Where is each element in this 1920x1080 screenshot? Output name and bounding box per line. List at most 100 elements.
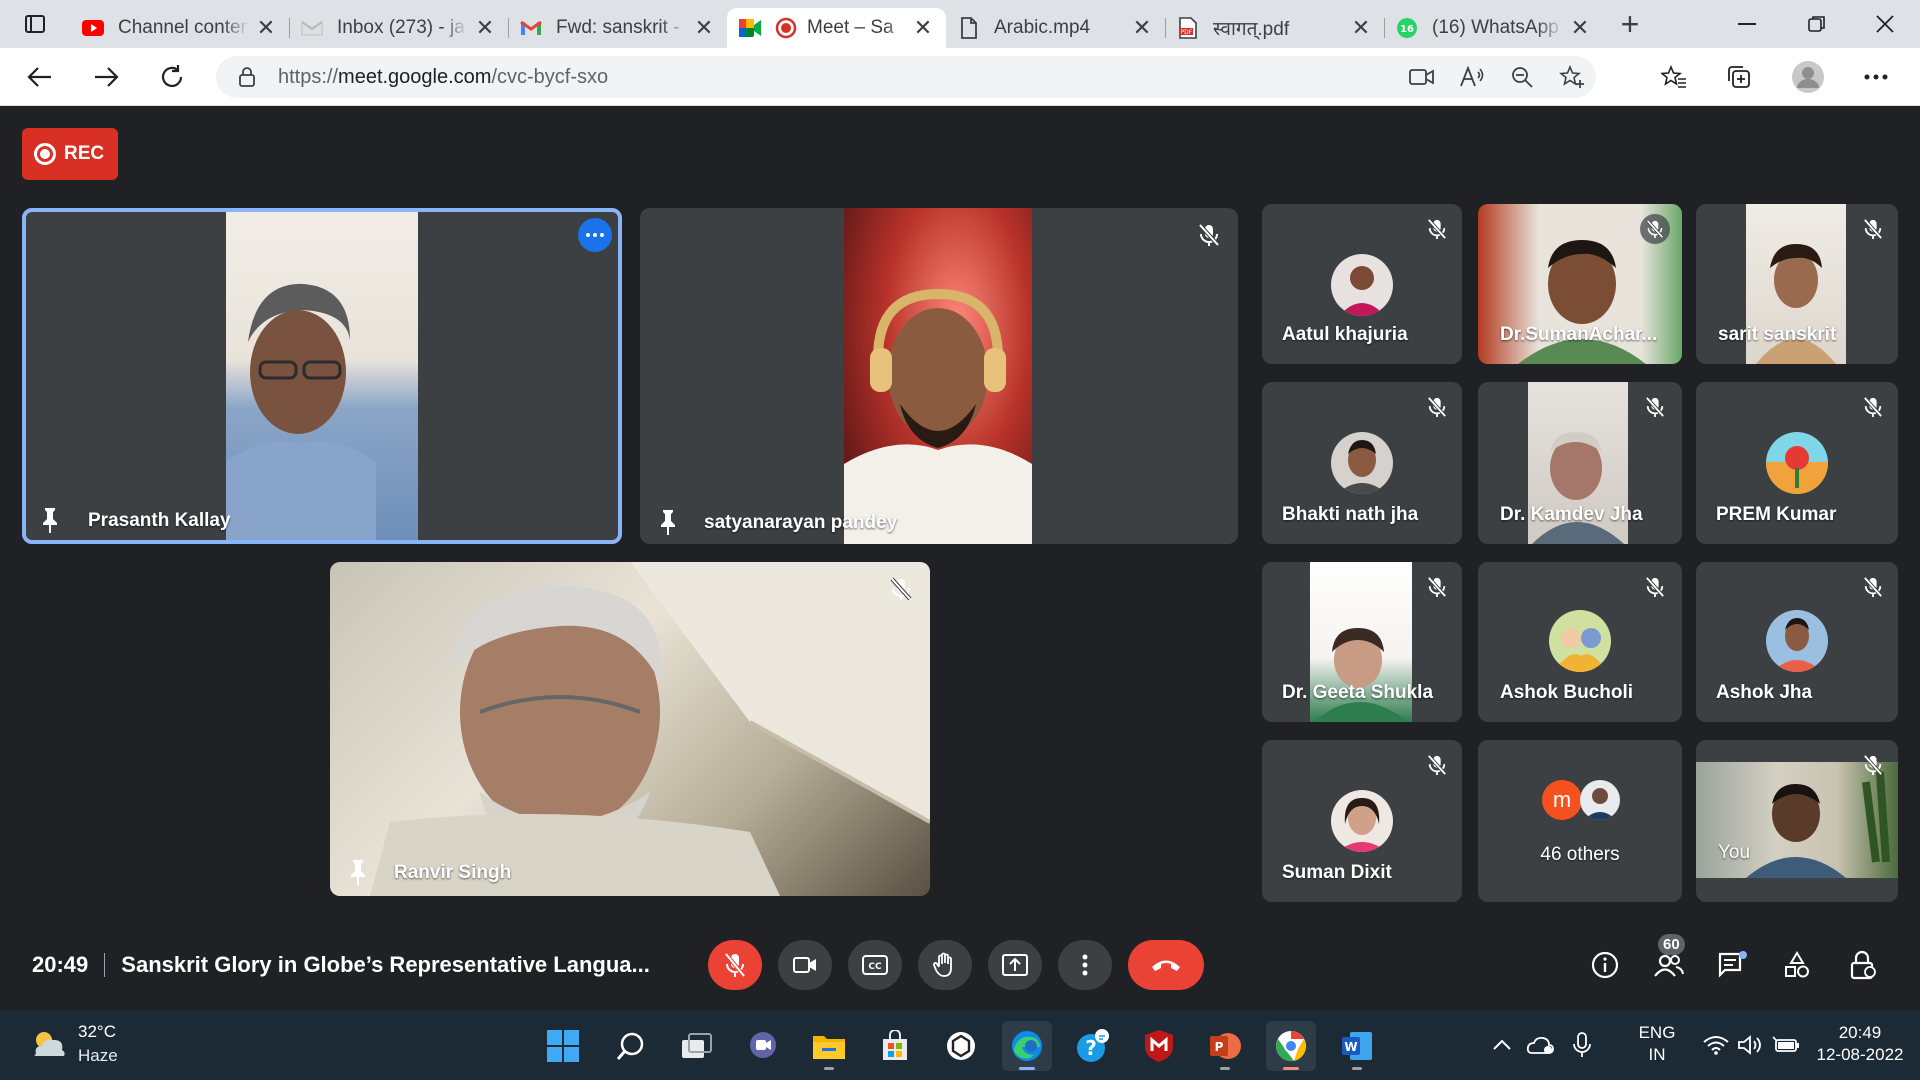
battery-icon[interactable] <box>1764 1023 1808 1067</box>
close-icon[interactable]: ✕ <box>1350 15 1372 40</box>
tab-pdf[interactable]: PDF स्वागत्.pdf ✕ <box>1165 8 1384 48</box>
tab-label: Fwd: sanskrit - <box>556 17 680 38</box>
avatar <box>1766 610 1828 672</box>
settings-menu-button[interactable] <box>1854 55 1898 99</box>
teams-chat-button[interactable] <box>738 1021 788 1071</box>
close-icon[interactable]: ✕ <box>912 15 934 40</box>
pin-icon[interactable] <box>656 508 680 536</box>
participant-tile-sarit[interactable]: sarit sanskrit <box>1696 204 1898 364</box>
participant-tile-aatul[interactable]: Aatul khajuria <box>1262 204 1462 364</box>
tab-label: (16) WhatsApp <box>1432 17 1559 38</box>
favorites-button[interactable] <box>1652 55 1696 99</box>
tab-actions-button[interactable] <box>0 0 70 48</box>
close-icon[interactable]: ✕ <box>474 15 496 40</box>
participant-tile-ashok-jha[interactable]: Ashok Jha <box>1696 562 1898 722</box>
back-button[interactable] <box>14 55 66 99</box>
start-button[interactable] <box>538 1021 588 1071</box>
read-aloud-icon[interactable] <box>1450 55 1494 99</box>
profile-button[interactable] <box>1786 55 1830 99</box>
participant-tile-suman-dixit[interactable]: Suman Dixit <box>1262 740 1462 902</box>
chat-button[interactable] <box>1708 940 1758 990</box>
windows-logo-icon <box>547 1030 579 1062</box>
tab-meet[interactable]: Meet – Sa ✕ <box>727 8 946 48</box>
more-options-button[interactable] <box>578 218 612 252</box>
participant-tile-geeta[interactable]: Dr. Geeta Shukla <box>1262 562 1462 722</box>
muted-mic-icon <box>1422 750 1452 780</box>
forward-button[interactable] <box>80 55 132 99</box>
url-text: https://meet.google.com/cvc-bycf-sxo <box>278 65 609 88</box>
captions-button[interactable]: CC <box>848 940 902 990</box>
tab-gmail-fwd[interactable]: Fwd: sanskrit - ✕ <box>508 8 727 48</box>
tab-gmail-inbox[interactable]: Inbox (273) - ja ✕ <box>289 8 508 48</box>
get-help-button[interactable]: ? <box>1068 1021 1118 1071</box>
participant-name: Aatul khajuria <box>1282 324 1408 345</box>
search-button[interactable] <box>606 1021 656 1071</box>
participant-tile-ashok-bucholi[interactable]: Ashok Bucholi <box>1478 562 1682 722</box>
edge-browser-button[interactable] <box>1002 1021 1052 1071</box>
meeting-details-button[interactable] <box>1580 940 1630 990</box>
info-icon <box>1591 951 1619 979</box>
participant-name: Ashok Bucholi <box>1500 682 1634 703</box>
refresh-button[interactable] <box>146 55 198 99</box>
chat-icon <box>1718 951 1747 978</box>
participant-tile-satyanarayan[interactable]: satyanarayan pandey <box>640 208 1238 544</box>
close-window-button[interactable] <box>1850 0 1920 48</box>
activities-button[interactable] <box>1772 940 1822 990</box>
minimize-button[interactable] <box>1712 0 1782 48</box>
microphone-tray-button[interactable] <box>1560 1023 1604 1067</box>
participant-tile-kamdev[interactable]: Dr. Kamdev Jha <box>1478 382 1682 544</box>
people-button[interactable]: 60 <box>1644 934 1694 990</box>
weather-widget[interactable]: 32°C Haze <box>28 1020 118 1068</box>
others-tile[interactable]: m 46 others <box>1478 740 1682 902</box>
leave-call-button[interactable] <box>1128 940 1204 990</box>
mcafee-button[interactable] <box>1134 1021 1184 1071</box>
collections-icon <box>1728 66 1750 88</box>
muted-mic-icon <box>1194 220 1224 250</box>
address-bar[interactable]: https://meet.google.com/cvc-bycf-sxo <box>216 56 1596 98</box>
restore-button[interactable] <box>1782 0 1852 48</box>
zoom-out-icon[interactable] <box>1500 55 1544 99</box>
task-view-button[interactable] <box>672 1021 722 1071</box>
host-controls-button[interactable] <box>1838 940 1888 990</box>
microsoft-store-button[interactable] <box>870 1021 920 1071</box>
close-icon[interactable]: ✕ <box>255 15 277 40</box>
participant-tile-bhakti[interactable]: Bhakti nath jha <box>1262 382 1462 544</box>
camera-in-use-icon[interactable] <box>1400 55 1444 99</box>
participant-tile-prem[interactable]: PREM Kumar <box>1696 382 1898 544</box>
tab-arabic-mp4[interactable]: Arabic.mp4 ✕ <box>946 8 1165 48</box>
more-options-button[interactable] <box>1058 940 1112 990</box>
pin-icon[interactable] <box>346 858 370 886</box>
word-button[interactable]: W <box>1332 1021 1382 1071</box>
powerpoint-button[interactable]: P <box>1200 1021 1250 1071</box>
camera-icon <box>793 957 816 973</box>
language-indicator[interactable]: ENG IN <box>1632 1022 1682 1066</box>
participant-tile-suman-achar[interactable]: Dr.SumanAchar... <box>1478 204 1682 364</box>
close-icon[interactable]: ✕ <box>693 15 715 40</box>
participant-tile-you[interactable]: You <box>1696 740 1898 902</box>
add-favorite-icon[interactable] <box>1550 55 1594 99</box>
microphone-toggle-button[interactable] <box>708 940 762 990</box>
participant-name: Dr. Kamdev Jha <box>1500 504 1643 525</box>
close-icon[interactable]: ✕ <box>1131 15 1153 40</box>
present-screen-button[interactable] <box>988 940 1042 990</box>
close-icon[interactable]: ✕ <box>1569 15 1591 40</box>
chatgpt-app-button[interactable] <box>936 1021 986 1071</box>
participant-tile-ranvir[interactable]: Ranvir Singh <box>330 562 930 896</box>
collections-button[interactable] <box>1718 55 1762 99</box>
clock[interactable]: 20:49 12-08-2022 <box>1808 1022 1912 1066</box>
svg-text:?: ? <box>1085 1036 1097 1060</box>
camera-toggle-button[interactable] <box>778 940 832 990</box>
participant-tile-prasanth[interactable]: Prasanth Kallay <box>22 208 622 544</box>
chrome-button[interactable] <box>1266 1021 1316 1071</box>
tab-whatsapp[interactable]: 16 (16) WhatsApp ✕ <box>1384 8 1603 48</box>
file-explorer-button[interactable] <box>804 1021 854 1071</box>
pin-icon[interactable] <box>38 506 62 534</box>
onedrive-button[interactable] <box>1518 1023 1562 1067</box>
tab-youtube[interactable]: Channel content ✕ <box>70 8 289 48</box>
muted-mic-icon <box>1640 572 1670 602</box>
raise-hand-button[interactable] <box>918 940 972 990</box>
weather-haze-icon <box>34 1032 65 1056</box>
new-tab-button[interactable]: + <box>1607 4 1653 44</box>
meeting-title: Sanskrit Glory in Globe’s Representative… <box>121 952 650 977</box>
svg-text:W: W <box>1344 1040 1357 1054</box>
